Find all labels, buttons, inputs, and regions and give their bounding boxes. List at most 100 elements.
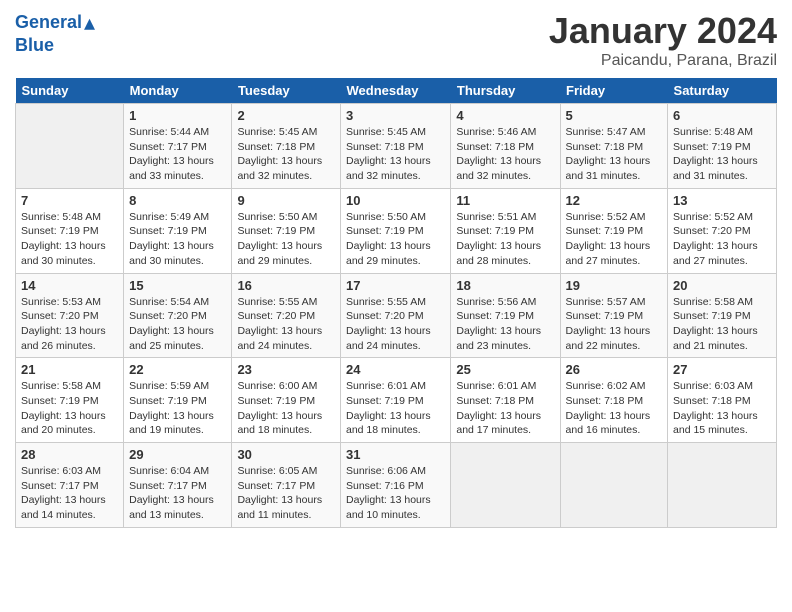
day-info: Sunrise: 6:02 AMSunset: 7:18 PMDaylight:… bbox=[566, 379, 662, 438]
calendar-cell: 2 Sunrise: 5:45 AMSunset: 7:18 PMDayligh… bbox=[232, 104, 341, 189]
calendar-cell: 13 Sunrise: 5:52 AMSunset: 7:20 PMDaylig… bbox=[668, 188, 777, 273]
calendar-cell: 23 Sunrise: 6:00 AMSunset: 7:19 PMDaylig… bbox=[232, 358, 341, 443]
header-monday: Monday bbox=[124, 78, 232, 104]
calendar-cell: 28 Sunrise: 6:03 AMSunset: 7:17 PMDaylig… bbox=[16, 443, 124, 528]
day-number: 29 bbox=[129, 447, 226, 462]
header-thursday: Thursday bbox=[451, 78, 560, 104]
day-info: Sunrise: 5:55 AMSunset: 7:20 PMDaylight:… bbox=[237, 295, 335, 354]
calendar-cell: 24 Sunrise: 6:01 AMSunset: 7:19 PMDaylig… bbox=[341, 358, 451, 443]
calendar-cell: 5 Sunrise: 5:47 AMSunset: 7:18 PMDayligh… bbox=[560, 104, 667, 189]
calendar-cell: 22 Sunrise: 5:59 AMSunset: 7:19 PMDaylig… bbox=[124, 358, 232, 443]
day-number: 1 bbox=[129, 108, 226, 123]
calendar-cell: 25 Sunrise: 6:01 AMSunset: 7:18 PMDaylig… bbox=[451, 358, 560, 443]
calendar-week-2: 7 Sunrise: 5:48 AMSunset: 7:19 PMDayligh… bbox=[16, 188, 777, 273]
day-number: 31 bbox=[346, 447, 445, 462]
header-friday: Friday bbox=[560, 78, 667, 104]
day-info: Sunrise: 5:53 AMSunset: 7:20 PMDaylight:… bbox=[21, 295, 118, 354]
day-number: 10 bbox=[346, 193, 445, 208]
calendar-cell: 15 Sunrise: 5:54 AMSunset: 7:20 PMDaylig… bbox=[124, 273, 232, 358]
day-info: Sunrise: 5:49 AMSunset: 7:19 PMDaylight:… bbox=[129, 210, 226, 269]
day-number: 5 bbox=[566, 108, 662, 123]
day-number: 20 bbox=[673, 278, 771, 293]
day-info: Sunrise: 6:03 AMSunset: 7:18 PMDaylight:… bbox=[673, 379, 771, 438]
title-block: January 2024 Paicandu, Parana, Brazil bbox=[549, 10, 777, 70]
logo-text-blue: Blue bbox=[15, 36, 95, 56]
day-info: Sunrise: 5:57 AMSunset: 7:19 PMDaylight:… bbox=[566, 295, 662, 354]
calendar-cell: 7 Sunrise: 5:48 AMSunset: 7:19 PMDayligh… bbox=[16, 188, 124, 273]
day-number: 16 bbox=[237, 278, 335, 293]
day-number: 27 bbox=[673, 362, 771, 377]
day-info: Sunrise: 6:06 AMSunset: 7:16 PMDaylight:… bbox=[346, 464, 445, 523]
calendar-cell bbox=[451, 443, 560, 528]
day-info: Sunrise: 5:52 AMSunset: 7:19 PMDaylight:… bbox=[566, 210, 662, 269]
day-info: Sunrise: 6:04 AMSunset: 7:17 PMDaylight:… bbox=[129, 464, 226, 523]
calendar-cell: 20 Sunrise: 5:58 AMSunset: 7:19 PMDaylig… bbox=[668, 273, 777, 358]
calendar-cell: 8 Sunrise: 5:49 AMSunset: 7:19 PMDayligh… bbox=[124, 188, 232, 273]
calendar-cell: 29 Sunrise: 6:04 AMSunset: 7:17 PMDaylig… bbox=[124, 443, 232, 528]
calendar-cell: 12 Sunrise: 5:52 AMSunset: 7:19 PMDaylig… bbox=[560, 188, 667, 273]
day-info: Sunrise: 5:48 AMSunset: 7:19 PMDaylight:… bbox=[673, 125, 771, 184]
day-number: 12 bbox=[566, 193, 662, 208]
calendar-week-4: 21 Sunrise: 5:58 AMSunset: 7:19 PMDaylig… bbox=[16, 358, 777, 443]
calendar-cell: 19 Sunrise: 5:57 AMSunset: 7:19 PMDaylig… bbox=[560, 273, 667, 358]
header-tuesday: Tuesday bbox=[232, 78, 341, 104]
day-number: 21 bbox=[21, 362, 118, 377]
calendar-table: Sunday Monday Tuesday Wednesday Thursday… bbox=[15, 78, 777, 528]
day-number: 22 bbox=[129, 362, 226, 377]
day-number: 3 bbox=[346, 108, 445, 123]
day-number: 26 bbox=[566, 362, 662, 377]
calendar-week-3: 14 Sunrise: 5:53 AMSunset: 7:20 PMDaylig… bbox=[16, 273, 777, 358]
day-info: Sunrise: 5:46 AMSunset: 7:18 PMDaylight:… bbox=[456, 125, 554, 184]
header-saturday: Saturday bbox=[668, 78, 777, 104]
day-info: Sunrise: 5:50 AMSunset: 7:19 PMDaylight:… bbox=[346, 210, 445, 269]
day-info: Sunrise: 5:51 AMSunset: 7:19 PMDaylight:… bbox=[456, 210, 554, 269]
header-wednesday: Wednesday bbox=[341, 78, 451, 104]
day-info: Sunrise: 5:48 AMSunset: 7:19 PMDaylight:… bbox=[21, 210, 118, 269]
header: General ▴ Blue January 2024 Paicandu, Pa… bbox=[15, 10, 777, 70]
day-info: Sunrise: 6:01 AMSunset: 7:18 PMDaylight:… bbox=[456, 379, 554, 438]
header-sunday: Sunday bbox=[16, 78, 124, 104]
calendar-cell: 18 Sunrise: 5:56 AMSunset: 7:19 PMDaylig… bbox=[451, 273, 560, 358]
day-number: 6 bbox=[673, 108, 771, 123]
day-number: 19 bbox=[566, 278, 662, 293]
calendar-cell: 16 Sunrise: 5:55 AMSunset: 7:20 PMDaylig… bbox=[232, 273, 341, 358]
calendar-week-1: 1 Sunrise: 5:44 AMSunset: 7:17 PMDayligh… bbox=[16, 104, 777, 189]
logo-bird-icon: ▴ bbox=[84, 10, 95, 36]
day-number: 11 bbox=[456, 193, 554, 208]
day-info: Sunrise: 6:03 AMSunset: 7:17 PMDaylight:… bbox=[21, 464, 118, 523]
day-info: Sunrise: 5:58 AMSunset: 7:19 PMDaylight:… bbox=[21, 379, 118, 438]
logo-text-general: General bbox=[15, 13, 82, 33]
day-info: Sunrise: 5:56 AMSunset: 7:19 PMDaylight:… bbox=[456, 295, 554, 354]
day-number: 9 bbox=[237, 193, 335, 208]
day-number: 25 bbox=[456, 362, 554, 377]
day-number: 30 bbox=[237, 447, 335, 462]
day-number: 28 bbox=[21, 447, 118, 462]
day-number: 15 bbox=[129, 278, 226, 293]
day-info: Sunrise: 5:50 AMSunset: 7:19 PMDaylight:… bbox=[237, 210, 335, 269]
calendar-cell: 10 Sunrise: 5:50 AMSunset: 7:19 PMDaylig… bbox=[341, 188, 451, 273]
day-info: Sunrise: 5:44 AMSunset: 7:17 PMDaylight:… bbox=[129, 125, 226, 184]
day-info: Sunrise: 5:45 AMSunset: 7:18 PMDaylight:… bbox=[346, 125, 445, 184]
day-number: 13 bbox=[673, 193, 771, 208]
location-subtitle: Paicandu, Parana, Brazil bbox=[549, 52, 777, 70]
calendar-cell: 26 Sunrise: 6:02 AMSunset: 7:18 PMDaylig… bbox=[560, 358, 667, 443]
page-container: General ▴ Blue January 2024 Paicandu, Pa… bbox=[0, 0, 792, 538]
calendar-cell: 9 Sunrise: 5:50 AMSunset: 7:19 PMDayligh… bbox=[232, 188, 341, 273]
calendar-cell: 1 Sunrise: 5:44 AMSunset: 7:17 PMDayligh… bbox=[124, 104, 232, 189]
day-info: Sunrise: 5:58 AMSunset: 7:19 PMDaylight:… bbox=[673, 295, 771, 354]
calendar-cell bbox=[668, 443, 777, 528]
day-number: 8 bbox=[129, 193, 226, 208]
day-info: Sunrise: 5:59 AMSunset: 7:19 PMDaylight:… bbox=[129, 379, 226, 438]
calendar-week-5: 28 Sunrise: 6:03 AMSunset: 7:17 PMDaylig… bbox=[16, 443, 777, 528]
day-info: Sunrise: 5:45 AMSunset: 7:18 PMDaylight:… bbox=[237, 125, 335, 184]
logo: General ▴ Blue bbox=[15, 10, 95, 56]
day-number: 24 bbox=[346, 362, 445, 377]
day-info: Sunrise: 5:47 AMSunset: 7:18 PMDaylight:… bbox=[566, 125, 662, 184]
day-info: Sunrise: 5:55 AMSunset: 7:20 PMDaylight:… bbox=[346, 295, 445, 354]
calendar-cell: 31 Sunrise: 6:06 AMSunset: 7:16 PMDaylig… bbox=[341, 443, 451, 528]
calendar-cell: 3 Sunrise: 5:45 AMSunset: 7:18 PMDayligh… bbox=[341, 104, 451, 189]
calendar-cell: 17 Sunrise: 5:55 AMSunset: 7:20 PMDaylig… bbox=[341, 273, 451, 358]
day-number: 17 bbox=[346, 278, 445, 293]
day-number: 14 bbox=[21, 278, 118, 293]
calendar-cell: 30 Sunrise: 6:05 AMSunset: 7:17 PMDaylig… bbox=[232, 443, 341, 528]
